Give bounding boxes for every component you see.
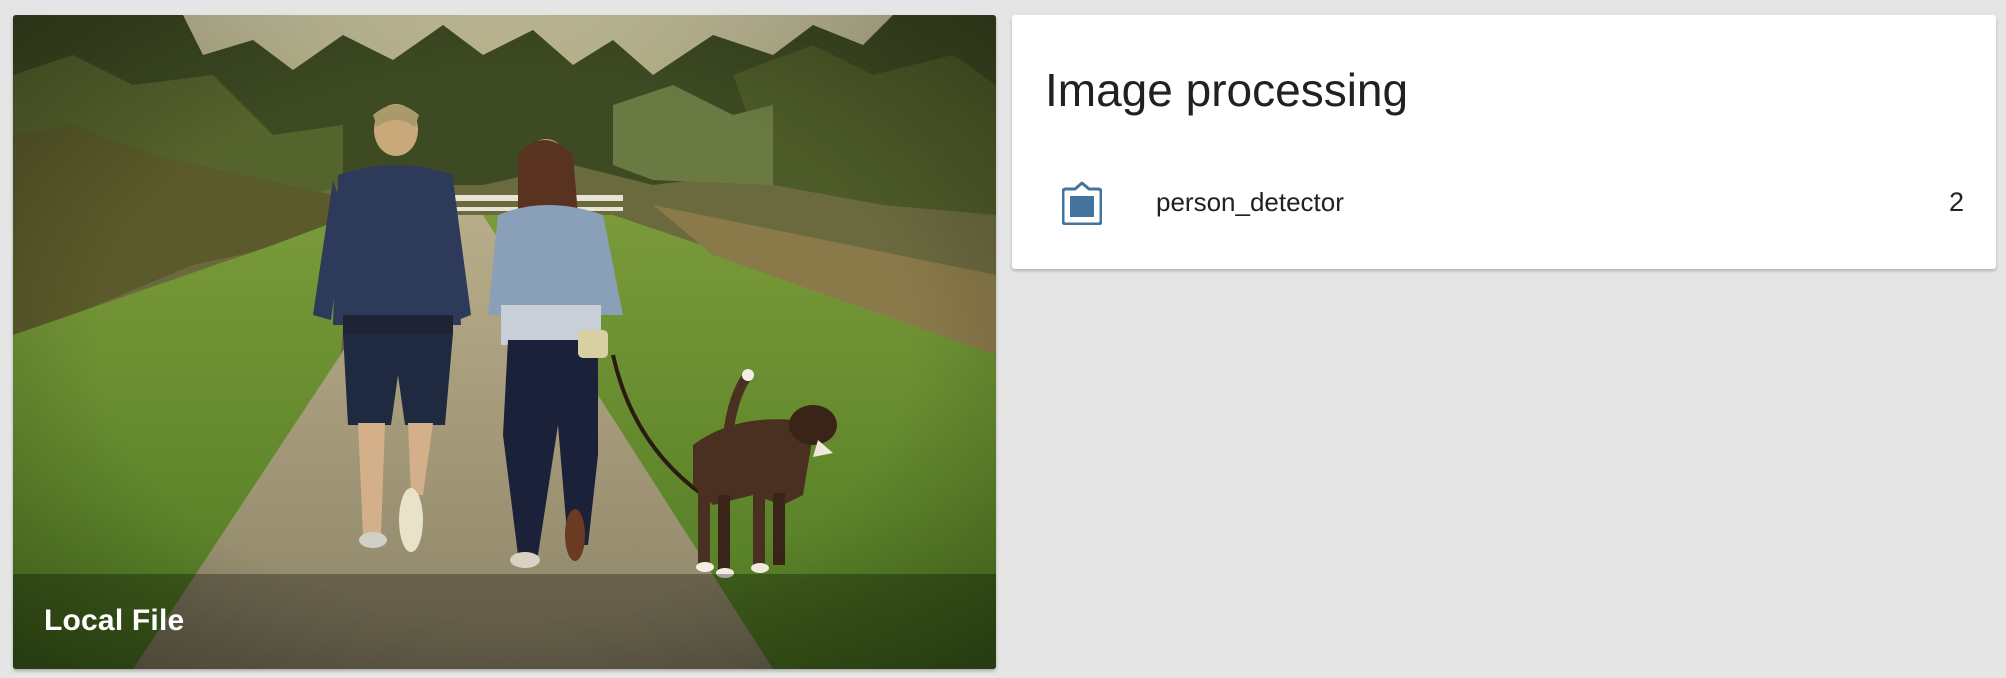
entity-name: person_detector <box>1156 187 1344 217</box>
camera-caption: Local File <box>44 604 185 637</box>
card-title: Image processing <box>1045 64 1409 116</box>
entity-state: 2 <box>1948 187 1964 217</box>
image-filter-icon <box>1062 181 1102 225</box>
camera-image <box>13 15 996 669</box>
dashboard-view: Local File Image processing person_detec… <box>0 0 2006 678</box>
camera-card-local-file[interactable]: Local File <box>13 15 996 669</box>
camera-caption-bar: Local File <box>13 574 996 669</box>
image-processing-card: Image processing person_detector 2 <box>1012 15 1996 269</box>
entity-row-person-detector[interactable]: person_detector 2 <box>1012 165 1996 235</box>
